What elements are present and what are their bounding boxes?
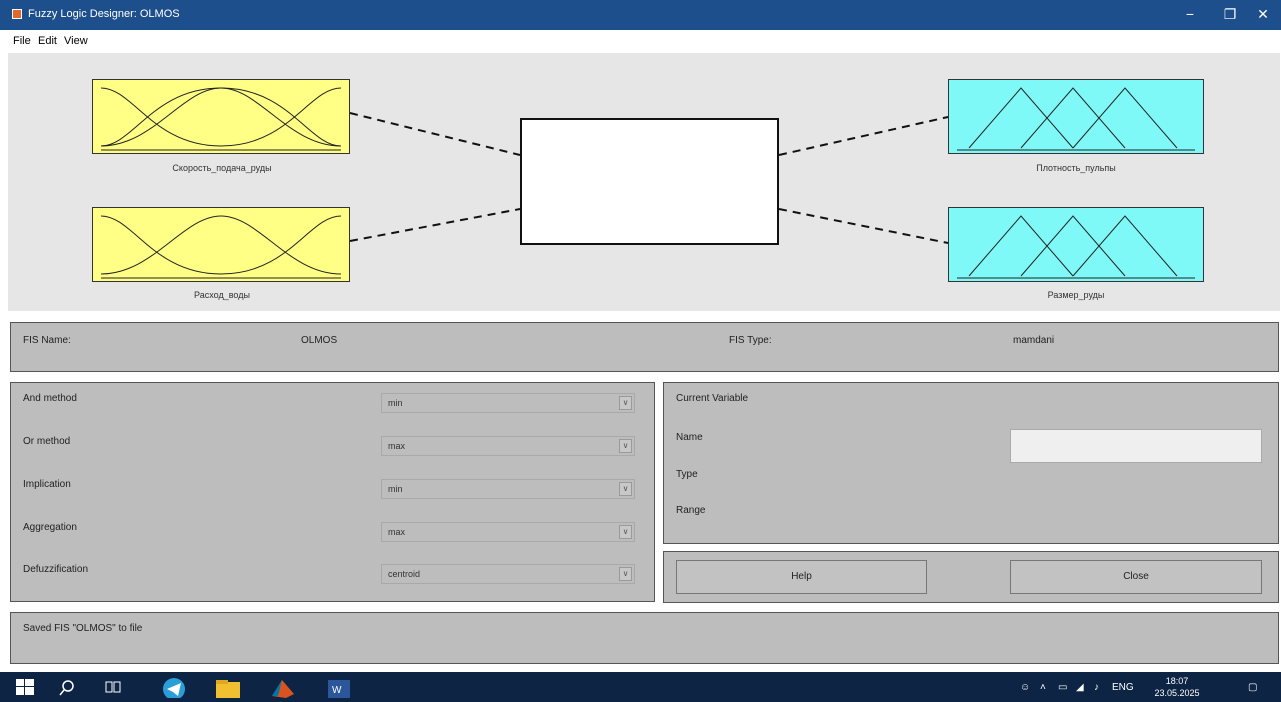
- fis-diagram: Скорость_подача_руды Расход_воды Плотнос…: [8, 53, 1280, 311]
- chevron-up-icon[interactable]: ˄: [1040, 682, 1046, 693]
- windows-start-icon[interactable]: [14, 676, 42, 698]
- chevron-down-icon: ∨: [619, 396, 632, 410]
- status-text: Saved FIS "OLMOS" to file: [23, 623, 143, 634]
- menu-view[interactable]: View: [64, 35, 88, 47]
- defuzzification-label: Defuzzification: [23, 564, 89, 575]
- fis-type-label: FIS Type:: [729, 335, 772, 346]
- implication-select[interactable]: min ∨: [381, 479, 635, 499]
- and-method-label: And method: [23, 393, 77, 404]
- minimize-button[interactable]: −: [1170, 0, 1210, 30]
- file-explorer-icon[interactable]: [212, 676, 240, 698]
- gauss-mf-icon: [100, 215, 342, 279]
- menu-file[interactable]: File: [13, 35, 31, 47]
- input-var-box-water[interactable]: [92, 207, 350, 282]
- output-var-label: Плотность_пульпы: [1036, 163, 1116, 173]
- aggregation-label: Aggregation: [23, 522, 77, 533]
- task-view-icon[interactable]: [102, 676, 130, 698]
- wifi-icon[interactable]: ◢: [1076, 682, 1084, 693]
- matlab-icon[interactable]: [266, 676, 294, 698]
- close-button[interactable]: Close: [1010, 560, 1262, 594]
- search-icon[interactable]: [56, 676, 84, 698]
- input-var-label: Расход_воды: [194, 290, 250, 300]
- fis-name-value: OLMOS: [301, 335, 338, 346]
- or-method-select[interactable]: max ∨: [381, 436, 635, 456]
- methods-panel: And method min ∨ Or method max ∨ Implica…: [10, 382, 655, 602]
- title-bar: Fuzzy Logic Designer: OLMOS − ❐ ✕: [0, 0, 1281, 30]
- window-title: Fuzzy Logic Designer: OLMOS: [28, 8, 180, 20]
- word-icon[interactable]: W: [322, 676, 350, 698]
- svg-text:W: W: [332, 685, 342, 696]
- buttons-panel: Help Close: [663, 551, 1279, 603]
- volume-icon[interactable]: ♪: [1094, 682, 1099, 693]
- defuzzification-value: centroid: [388, 569, 421, 579]
- menu-bar: File Edit View: [0, 31, 1281, 51]
- triangle-mf-icon: [957, 87, 1195, 151]
- chevron-down-icon: ∨: [619, 567, 632, 581]
- and-method-select[interactable]: min ∨: [381, 393, 635, 413]
- menu-edit[interactable]: Edit: [38, 35, 57, 47]
- chevron-down-icon: ∨: [619, 482, 632, 496]
- status-bar: Saved FIS "OLMOS" to file: [10, 612, 1279, 664]
- aggregation-select[interactable]: max ∨: [381, 522, 635, 542]
- current-variable-header: Current Variable: [676, 393, 749, 404]
- defuzzification-select[interactable]: centroid ∨: [381, 564, 635, 584]
- or-method-label: Or method: [23, 436, 71, 447]
- and-method-value: min: [388, 398, 403, 408]
- fis-name-label: FIS Name:: [23, 335, 71, 346]
- implication-label: Implication: [23, 479, 71, 490]
- variable-name-label: Name: [676, 432, 703, 443]
- network-icon[interactable]: ▭: [1058, 682, 1067, 693]
- variable-name-field[interactable]: [1010, 429, 1262, 463]
- triangle-mf-icon: [957, 215, 1195, 279]
- input-var-box-speed[interactable]: [92, 79, 350, 154]
- or-method-value: max: [388, 441, 406, 451]
- windows-taskbar: W ☺ ˄ ▭ ◢ ♪ ENG 18:07 23.05.2025 ▢: [0, 672, 1281, 702]
- clock[interactable]: 18:07 23.05.2025: [1152, 675, 1202, 699]
- close-window-button[interactable]: ✕: [1243, 0, 1281, 30]
- aggregation-value: max: [388, 527, 406, 537]
- telegram-icon[interactable]: [158, 676, 186, 698]
- clock-time: 18:07: [1165, 676, 1189, 686]
- implication-value: min: [388, 484, 403, 494]
- gauss-mf-icon: [100, 87, 342, 151]
- fis-info-panel: FIS Name: OLMOS FIS Type: mamdani: [10, 322, 1279, 372]
- chevron-down-icon: ∨: [619, 439, 632, 453]
- input-var-label: Скорость_подача_руды: [172, 163, 272, 173]
- clock-date: 23.05.2025: [1154, 688, 1200, 698]
- variable-range-label: Range: [676, 505, 706, 516]
- matlab-app-icon: [12, 9, 22, 19]
- chevron-down-icon: ∨: [619, 525, 632, 539]
- people-icon[interactable]: ☺: [1020, 682, 1030, 693]
- output-var-box-density[interactable]: [948, 79, 1204, 154]
- help-button[interactable]: Help: [676, 560, 927, 594]
- current-variable-panel: Current Variable Name Type Range: [663, 382, 1279, 544]
- rule-editor-box[interactable]: [520, 118, 779, 245]
- fis-type-value: mamdani: [1013, 335, 1055, 346]
- language-indicator[interactable]: ENG: [1112, 682, 1134, 693]
- notifications-icon[interactable]: ▢: [1248, 682, 1257, 693]
- variable-type-label: Type: [676, 469, 698, 480]
- output-var-label: Размер_руды: [1047, 290, 1105, 300]
- output-var-box-size[interactable]: [948, 207, 1204, 282]
